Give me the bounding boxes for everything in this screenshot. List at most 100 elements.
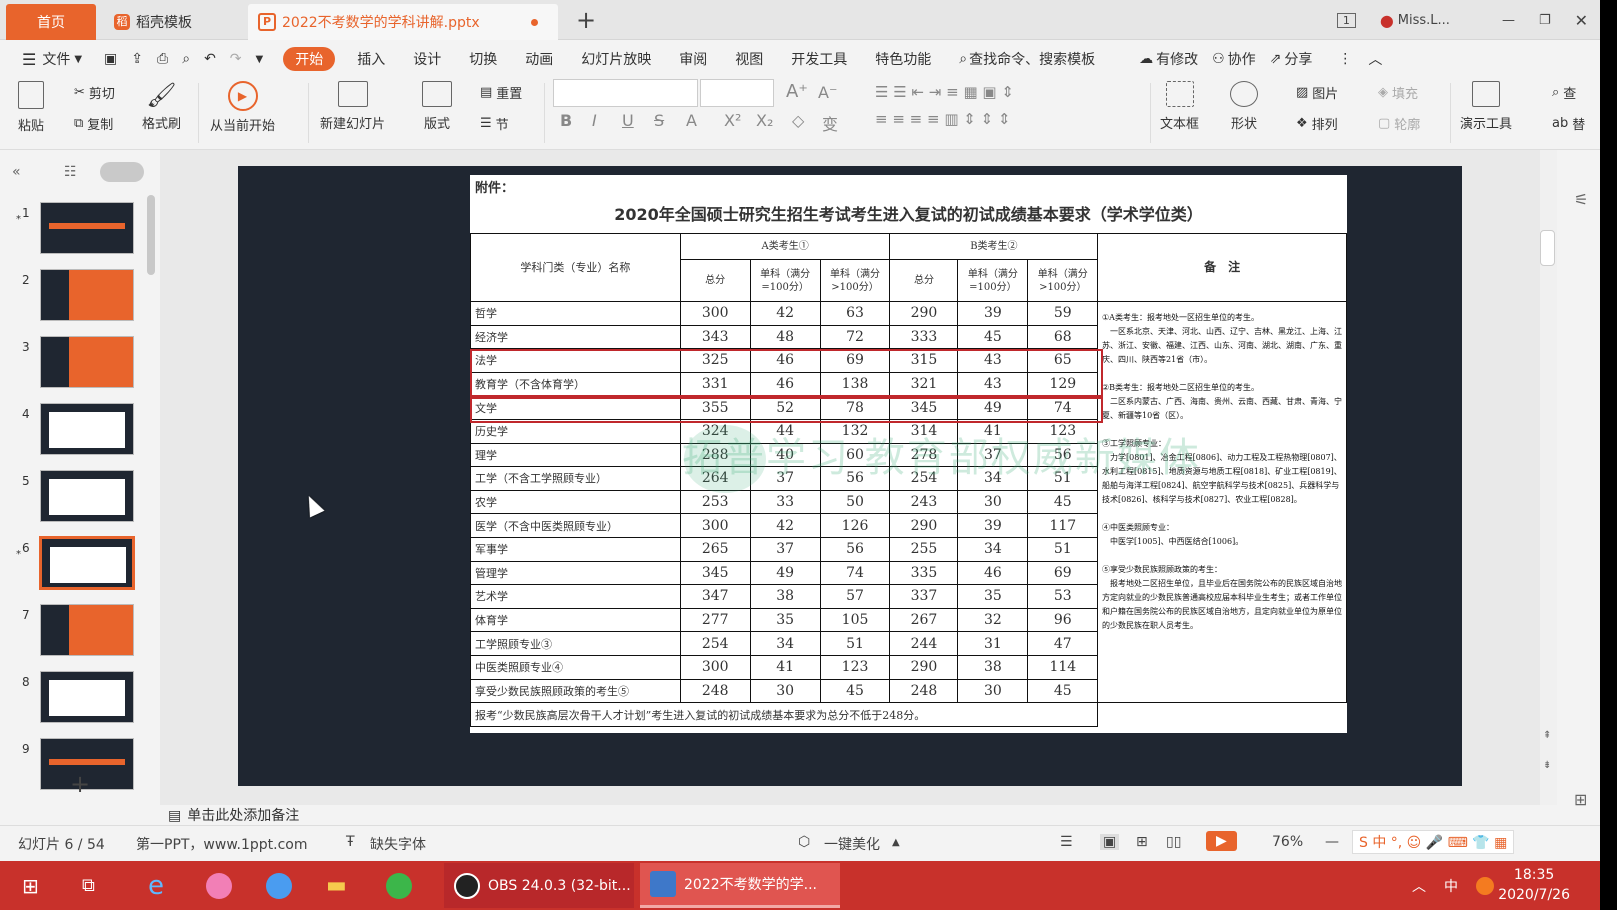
slide-thumbnail-6[interactable] bbox=[39, 536, 135, 590]
user-avatar-icon[interactable]: ● bbox=[1380, 11, 1394, 30]
more-icon[interactable]: ⋮ bbox=[1338, 51, 1352, 67]
add-slide-icon[interactable]: + bbox=[70, 770, 90, 798]
chevron-up-icon[interactable]: ▲ bbox=[892, 837, 900, 848]
fill-button[interactable]: ◈ 填充 bbox=[1378, 83, 1418, 102]
taskbar-wps[interactable]: 2022不考数学的学... bbox=[640, 863, 840, 908]
shape-button[interactable]: 形状 bbox=[1230, 81, 1258, 132]
zoom-level[interactable]: 76% bbox=[1272, 834, 1303, 850]
play-from-current-button[interactable]: ▶ 从当前开始 bbox=[210, 81, 275, 134]
layout-button[interactable]: 版式 bbox=[422, 81, 452, 132]
copy-button[interactable]: ⧉ 复制 bbox=[74, 114, 113, 133]
menu-developer[interactable]: 开发工具 bbox=[791, 49, 847, 69]
changed-status[interactable]: 有修改 bbox=[1156, 49, 1198, 69]
shrink-font-icon[interactable]: A⁻ bbox=[818, 83, 837, 102]
menu-animation[interactable]: 动画 bbox=[525, 49, 553, 69]
grid-toggle-icon[interactable]: ⊞ bbox=[1574, 790, 1587, 809]
next-slide-icon[interactable]: ⇟ bbox=[1543, 760, 1551, 771]
tab-document[interactable]: P 2022不考数学的学科讲解.pptx bbox=[248, 4, 558, 40]
file-explorer-icon[interactable]: ▬ bbox=[326, 861, 347, 910]
redo-icon[interactable]: ↷ bbox=[230, 51, 242, 67]
section-button[interactable]: ☰ 节 bbox=[480, 114, 509, 133]
menu-start[interactable]: 开始 bbox=[283, 47, 336, 71]
new-slide-button[interactable]: 新建幻灯片 bbox=[320, 81, 385, 132]
phonetic-icon[interactable]: 变 bbox=[822, 111, 838, 135]
collab-button[interactable]: 协作 bbox=[1228, 49, 1256, 69]
outline-view-icon[interactable]: ☷ bbox=[64, 164, 77, 180]
collapse-panel-icon[interactable]: « bbox=[12, 164, 21, 180]
presenter-tools-button[interactable]: 演示工具 bbox=[1460, 81, 1512, 132]
close-icon[interactable]: ✕ bbox=[1575, 11, 1588, 30]
tab-daoke-template[interactable]: 稻稻壳模板 bbox=[104, 4, 239, 40]
notes-pane[interactable]: ▤ 单击此处添加备注 bbox=[160, 805, 1540, 825]
subscript-icon[interactable]: X₂ bbox=[756, 111, 773, 130]
slide-scrollbar-thumb[interactable] bbox=[1540, 230, 1555, 266]
format-painter-button[interactable]: 🖌 格式刷 bbox=[142, 81, 181, 132]
print-preview-icon[interactable]: ⌕ bbox=[182, 51, 190, 67]
chevron-down-icon[interactable]: ▼ bbox=[74, 54, 82, 65]
reset-button[interactable]: ▤ 重置 bbox=[480, 83, 522, 102]
menu-features[interactable]: 特色功能 bbox=[875, 49, 931, 69]
slide-thumbnail-1[interactable] bbox=[40, 202, 134, 254]
menu-transition[interactable]: 切换 bbox=[469, 49, 497, 69]
textbox-button[interactable]: 文本框 bbox=[1160, 81, 1199, 132]
font-name-select[interactable] bbox=[553, 79, 698, 107]
normal-view-icon[interactable]: ▣ bbox=[1100, 834, 1120, 850]
panel-settings-icon[interactable]: ⚟ bbox=[1574, 190, 1588, 209]
slide-thumbnail-8[interactable] bbox=[40, 671, 134, 723]
strikethrough-icon[interactable]: S bbox=[654, 111, 664, 130]
picture-button[interactable]: ▨ 图片 bbox=[1296, 83, 1338, 102]
hamburger-icon[interactable]: ☰ bbox=[22, 50, 36, 69]
quick-access-dropdown-icon[interactable]: ▼ bbox=[256, 54, 264, 65]
beautify-button[interactable]: 一键美化 bbox=[824, 834, 880, 854]
slide-thumbnail-4[interactable] bbox=[40, 403, 134, 455]
slide-thumbnail-3[interactable] bbox=[40, 336, 134, 388]
reading-view-icon[interactable]: ▯▯ bbox=[1166, 834, 1181, 850]
thumbnail-view-icon[interactable] bbox=[100, 162, 144, 182]
slide-thumbnail-5[interactable] bbox=[40, 470, 134, 522]
slide-thumbnail-7[interactable] bbox=[40, 604, 134, 656]
taskbar-obs[interactable]: OBS 24.0.3 (32-bit... bbox=[444, 863, 634, 908]
search-icon[interactable]: ⌕ bbox=[959, 51, 967, 67]
command-search[interactable]: 查找命令、搜索模板 bbox=[969, 49, 1095, 69]
cut-button[interactable]: ✂ 剪切 bbox=[74, 83, 115, 102]
arrange-button[interactable]: ❖ 排列 bbox=[1296, 114, 1338, 133]
share-button[interactable]: 分享 bbox=[1284, 49, 1312, 69]
tab-home[interactable]: 首页 bbox=[6, 4, 96, 40]
task-view-icon[interactable]: ⧉ bbox=[82, 861, 95, 910]
sorter-view-icon[interactable]: ⊞ bbox=[1136, 834, 1148, 850]
find-button[interactable]: ⌕ 查 bbox=[1552, 83, 1576, 102]
font-color-icon[interactable]: A bbox=[686, 111, 697, 130]
edge-browser-icon[interactable]: e bbox=[148, 861, 164, 910]
menu-review[interactable]: 审阅 bbox=[679, 49, 707, 69]
windows-start-icon[interactable]: ⊞ bbox=[22, 861, 39, 910]
font-size-select[interactable] bbox=[700, 79, 774, 107]
undo-icon[interactable]: ↶ bbox=[204, 51, 216, 67]
play-slideshow-button[interactable]: ▶ bbox=[1206, 831, 1237, 851]
underline-icon[interactable]: U bbox=[622, 111, 634, 130]
export-icon[interactable]: ⇪ bbox=[131, 51, 143, 67]
minimize-icon[interactable]: — bbox=[1502, 13, 1515, 28]
superscript-icon[interactable]: X² bbox=[724, 111, 741, 130]
notes-toggle-icon[interactable]: ☰ bbox=[1060, 834, 1073, 850]
theme-name[interactable]: 第一PPT，www.1ppt.com bbox=[136, 834, 307, 854]
tray-up-icon[interactable]: ︿ bbox=[1412, 861, 1426, 910]
bullets-icon[interactable]: ☰ ☰ ⇤ ⇥ ≡ ▦ ▣ ⇕ bbox=[875, 83, 1014, 101]
user-name[interactable]: Miss.L... bbox=[1398, 13, 1450, 28]
menu-file[interactable]: 文件 bbox=[42, 49, 70, 69]
clear-format-icon[interactable]: ◇ bbox=[792, 111, 804, 130]
collapse-ribbon-icon[interactable]: ︿ bbox=[1368, 49, 1382, 69]
window-count-badge[interactable]: 1 bbox=[1336, 12, 1356, 28]
prev-slide-icon[interactable]: ⇞ bbox=[1543, 730, 1551, 741]
italic-icon[interactable]: I bbox=[592, 111, 597, 130]
refresh-app-icon[interactable] bbox=[386, 861, 420, 910]
bold-icon[interactable]: B bbox=[560, 111, 572, 130]
ime-toolbar[interactable]: S 中 °, ☺ 🎤 ⌨ 👕 ▦ bbox=[1352, 830, 1515, 854]
align-icon[interactable]: ≡ ≡ ≡ ≡ ▥ ⇕ ⇕ ⇕ bbox=[875, 110, 1011, 128]
thumbnail-scrollbar[interactable] bbox=[147, 195, 155, 275]
music-app-icon[interactable] bbox=[206, 861, 240, 910]
replace-button[interactable]: ab 替 bbox=[1552, 114, 1585, 133]
missing-font-button[interactable]: 缺失字体 bbox=[370, 834, 426, 854]
slide-thumbnail-2[interactable] bbox=[40, 269, 134, 321]
clock[interactable]: 18:35 2020/7/26 bbox=[1498, 865, 1570, 905]
notes-placeholder[interactable]: 单击此处添加备注 bbox=[187, 808, 299, 824]
